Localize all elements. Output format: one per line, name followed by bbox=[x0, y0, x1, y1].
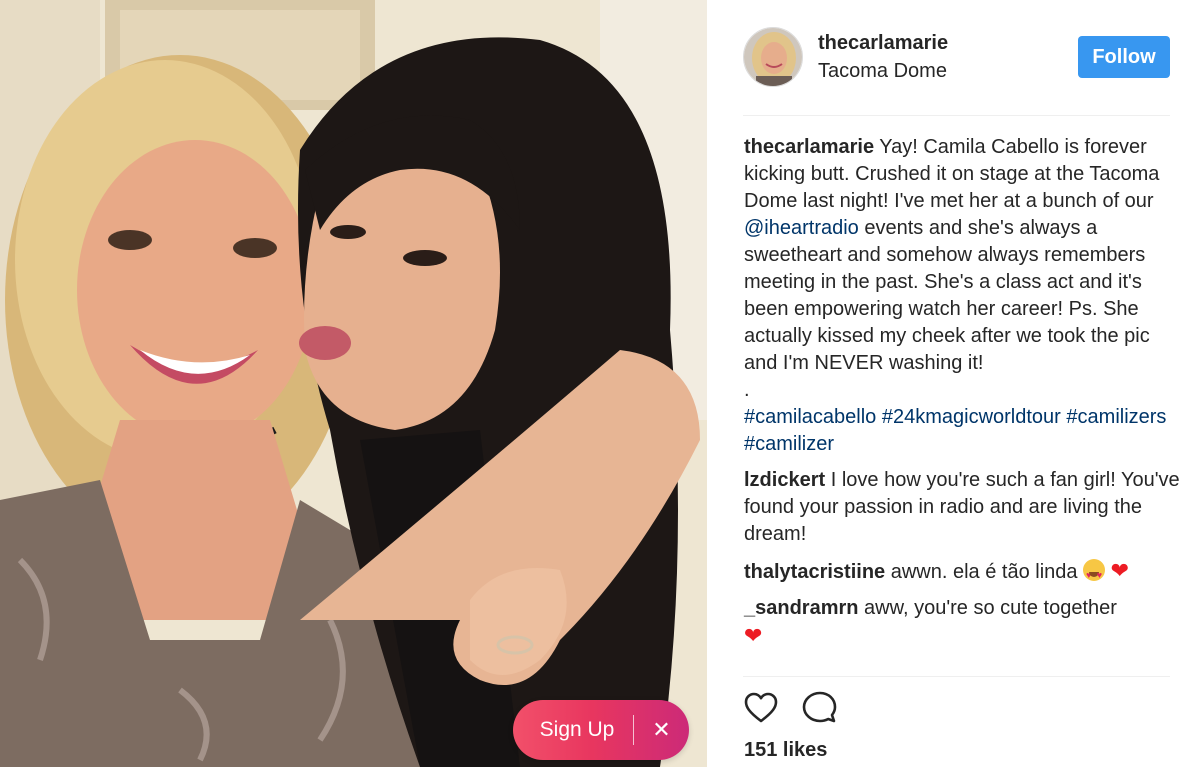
avatar-image bbox=[744, 28, 802, 86]
red-heart-emoji-icon: ❤ bbox=[744, 623, 763, 648]
follow-button[interactable]: Follow bbox=[1078, 36, 1170, 78]
likes-count[interactable]: 151 likes bbox=[744, 739, 827, 762]
heart-outline-icon[interactable] bbox=[743, 690, 779, 726]
caption-dot: . bbox=[744, 379, 750, 401]
close-icon[interactable]: ✕ bbox=[634, 717, 689, 743]
caption: thecarlamarie Yay! Camila Cabello is for… bbox=[744, 134, 1180, 458]
post-location[interactable]: Tacoma Dome bbox=[818, 60, 947, 83]
comment-username[interactable]: _sandramrn bbox=[744, 597, 859, 619]
hashtag-link[interactable]: #24kmagicworldtour bbox=[882, 406, 1061, 428]
header-divider bbox=[743, 115, 1170, 116]
speech-bubble-icon[interactable] bbox=[801, 690, 837, 726]
comment-text: awwn. ela é tão linda bbox=[885, 561, 1084, 583]
post-header: thecarlamarie Tacoma Dome Follow bbox=[707, 0, 1200, 116]
actions-divider bbox=[743, 676, 1170, 677]
post-username[interactable]: thecarlamarie bbox=[818, 32, 948, 55]
comment-username[interactable]: thalytacristiine bbox=[744, 561, 885, 583]
comment-list: thecarlamarie Yay! Camila Cabello is for… bbox=[744, 134, 1180, 660]
hashtag-link[interactable]: #camilizers bbox=[1066, 406, 1166, 428]
hashtag-link[interactable]: #camilacabello bbox=[744, 406, 876, 428]
comment-item: _sandramrn aww, you're so cute together … bbox=[744, 595, 1180, 651]
red-heart-emoji-icon: ❤ bbox=[1110, 558, 1130, 583]
comment-item: lzdickert I love how you're such a fan g… bbox=[744, 467, 1180, 548]
signup-button[interactable]: Sign Up bbox=[513, 718, 633, 742]
signup-banner[interactable]: Sign Up ✕ bbox=[513, 700, 689, 760]
comment-text: aww, you're so cute together bbox=[858, 597, 1117, 619]
comment-username[interactable]: lzdickert bbox=[744, 469, 825, 491]
mention-link[interactable]: @iheartradio bbox=[744, 217, 859, 239]
post-photo[interactable]: Sign Up ✕ bbox=[0, 0, 707, 767]
post-sidebar: thecarlamarie Tacoma Dome Follow thecarl… bbox=[707, 0, 1200, 767]
comment-item: thalytacristiine awwn. ela é tão linda ❤ bbox=[744, 557, 1180, 589]
avatar[interactable] bbox=[743, 27, 803, 87]
photo-illustration bbox=[0, 0, 707, 767]
caption-text-continued: events and she's always a sweetheart and… bbox=[744, 217, 1150, 374]
post-actions bbox=[743, 690, 837, 726]
heart-eyes-emoji-icon bbox=[1083, 559, 1106, 589]
hashtag-link[interactable]: #camilizer bbox=[744, 433, 834, 455]
caption-username[interactable]: thecarlamarie bbox=[744, 136, 874, 158]
